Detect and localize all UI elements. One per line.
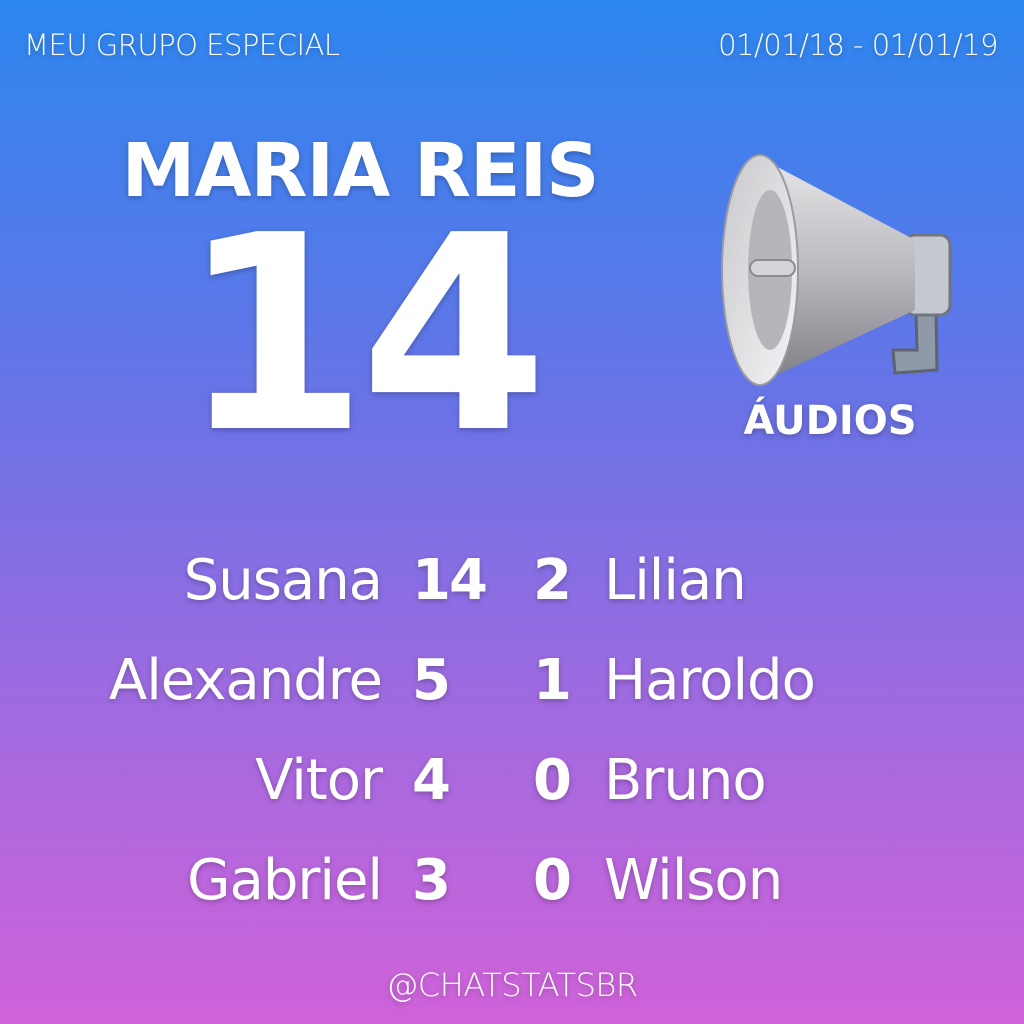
right-count: 0 bbox=[533, 848, 572, 913]
left-name: Gabriel bbox=[187, 848, 383, 913]
ranking-row: Susana 14 2 Lilian bbox=[0, 548, 1024, 628]
left-count: 5 bbox=[412, 648, 451, 713]
left-count: 14 bbox=[412, 548, 488, 613]
right-count: 1 bbox=[533, 648, 572, 713]
highlight-count: 14 bbox=[180, 177, 548, 492]
category-label: ÁUDIOS bbox=[743, 398, 917, 444]
megaphone-icon bbox=[715, 145, 965, 395]
right-count: 0 bbox=[533, 748, 572, 813]
ranking-row: Vitor 4 0 Bruno bbox=[0, 748, 1024, 828]
right-name: Wilson bbox=[604, 848, 783, 913]
date-range: 01/01/18 - 01/01/19 bbox=[718, 28, 998, 62]
left-name: Alexandre bbox=[108, 648, 383, 713]
right-name: Bruno bbox=[604, 748, 767, 813]
right-count: 2 bbox=[533, 548, 572, 613]
footer-handle: @CHATSTATSBR bbox=[386, 966, 638, 1004]
left-name: Vitor bbox=[255, 748, 383, 813]
left-count: 4 bbox=[412, 748, 451, 813]
left-name: Susana bbox=[183, 548, 383, 613]
ranking-row: Gabriel 3 0 Wilson bbox=[0, 848, 1024, 928]
ranking-row: Alexandre 5 1 Haroldo bbox=[0, 648, 1024, 728]
right-name: Lilian bbox=[604, 548, 747, 613]
left-count: 3 bbox=[412, 848, 451, 913]
right-name: Haroldo bbox=[604, 648, 816, 713]
group-name: MEU GRUPO ESPECIAL bbox=[24, 28, 340, 62]
